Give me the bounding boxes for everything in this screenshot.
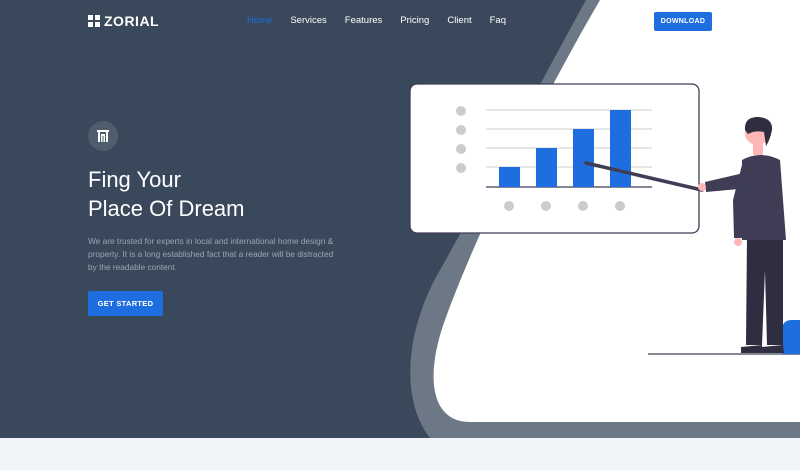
person-legs <box>746 235 783 345</box>
person-shoe <box>762 345 784 353</box>
hero-section: ZORIAL Home Services Features Pricing Cl… <box>0 0 800 438</box>
next-section-strip <box>0 438 800 470</box>
board-dot <box>456 144 466 154</box>
board-dot <box>615 201 625 211</box>
board-dot <box>456 106 466 116</box>
board-dot <box>578 201 588 211</box>
board-dot <box>456 163 466 173</box>
presenter-illustration <box>409 83 800 355</box>
chart-bar <box>499 167 520 187</box>
chart-bar <box>610 110 631 187</box>
person-hand <box>698 183 706 191</box>
chart-bar <box>573 129 594 187</box>
person-shoe <box>741 345 763 353</box>
board-dot <box>504 201 514 211</box>
board-dot <box>541 201 551 211</box>
board-dot <box>456 125 466 135</box>
blue-seat <box>782 320 800 354</box>
person-torso <box>742 155 786 240</box>
chart-bar <box>536 148 557 187</box>
person-hand <box>734 238 742 246</box>
